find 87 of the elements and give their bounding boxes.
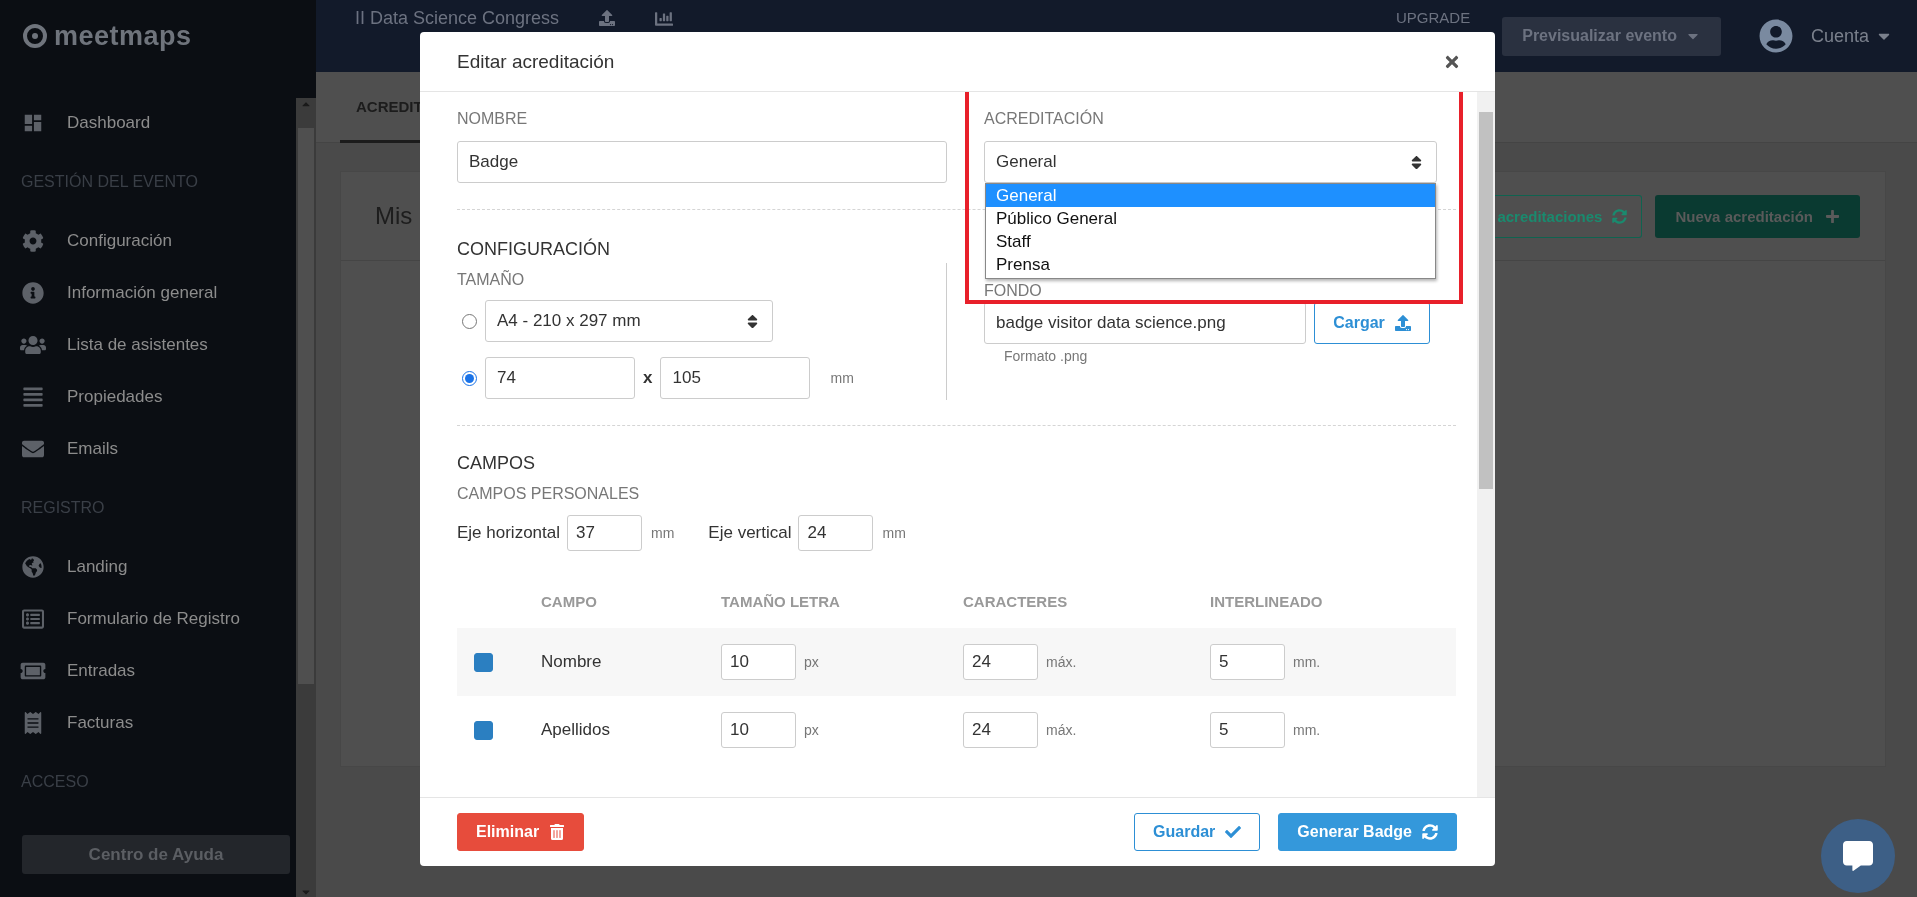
- logo-text: meetmaps: [54, 20, 192, 52]
- size-select[interactable]: A4 - 210 x 297 mm: [485, 300, 773, 342]
- column-header: CAMPO: [541, 592, 598, 610]
- scrollbar[interactable]: [1477, 92, 1495, 797]
- format-hint: Formato .png: [1004, 348, 1089, 364]
- check-icon: [1225, 824, 1242, 840]
- upgrade-link[interactable]: UPGRADE: [1396, 9, 1471, 27]
- avatar-icon[interactable]: [1758, 19, 1793, 53]
- field-name: Nombre: [541, 652, 603, 672]
- sidebar-item[interactable]: Información general: [0, 267, 296, 319]
- globe-icon: [20, 556, 46, 578]
- axis-input[interactable]: 24: [798, 515, 874, 551]
- plus-icon: [1825, 208, 1840, 224]
- unit-label: máx.: [1046, 654, 1077, 670]
- logo-icon: [22, 23, 48, 49]
- modal-title: Editar acreditación: [457, 50, 615, 73]
- chat-icon: [1843, 841, 1873, 871]
- refresh-icon: [1422, 824, 1438, 840]
- upload-button[interactable]: Cargar: [1314, 302, 1430, 344]
- unit-label: mm: [882, 525, 906, 541]
- sidebar-item[interactable]: Entradas: [0, 645, 296, 697]
- name-input[interactable]: Badge: [457, 141, 947, 183]
- dropdown-option[interactable]: Público General: [986, 207, 1435, 230]
- users-icon: [20, 334, 46, 356]
- unit-label: px: [804, 654, 819, 670]
- accreditation-select[interactable]: General: [984, 141, 1437, 183]
- delete-button[interactable]: Eliminar: [457, 813, 585, 851]
- field-label: TAMAÑO: [457, 269, 525, 290]
- subheading: CAMPOS PERSONALES: [457, 484, 640, 504]
- axis-label: Eje horizontal: [457, 523, 560, 543]
- chart-icon[interactable]: [655, 10, 674, 28]
- characters-input[interactable]: 24: [963, 712, 1038, 748]
- section-heading: CONFIGURACIÓN: [457, 237, 610, 261]
- upload-icon: [1394, 315, 1411, 331]
- line-spacing-input[interactable]: 5: [1210, 644, 1285, 680]
- sidebar-item[interactable]: Emails: [0, 423, 296, 475]
- sidebar-item[interactable]: Propiedades: [0, 371, 296, 423]
- times-sign: x: [643, 368, 653, 388]
- axis-input[interactable]: 37: [567, 515, 642, 551]
- font-size-input[interactable]: 10: [721, 644, 796, 680]
- account-menu[interactable]: Cuenta: [1810, 25, 1893, 47]
- gear-icon: [20, 230, 46, 252]
- field-label: FONDO: [984, 282, 1042, 300]
- dropdown-option[interactable]: Staff: [986, 230, 1435, 253]
- unit-label: mm.: [1293, 722, 1321, 738]
- font-size-input[interactable]: 10: [721, 712, 796, 748]
- column-header: TAMAÑO LETRA: [721, 592, 841, 610]
- list-icon: [20, 386, 46, 408]
- checkbox[interactable]: [474, 652, 493, 672]
- unit-label: mm: [651, 525, 675, 541]
- column-header: CARACTERES: [963, 592, 1069, 610]
- height-input[interactable]: 105: [660, 357, 811, 399]
- axis-label: Eje vertical: [708, 523, 792, 543]
- dropdown-option[interactable]: General: [986, 184, 1435, 207]
- column-header: INTERLINEADO: [1210, 592, 1324, 610]
- sidebar-item[interactable]: Dashboard: [0, 97, 296, 149]
- checkbox[interactable]: [474, 720, 493, 740]
- sidebar-item[interactable]: Formulario de Registro: [0, 593, 296, 645]
- generate-button[interactable]: Generar Badge: [1278, 813, 1457, 851]
- unit-label: mm.: [1293, 654, 1321, 670]
- form-icon: [20, 608, 46, 630]
- unit-label: px: [804, 722, 819, 738]
- trash-icon: [549, 824, 566, 840]
- file-input[interactable]: badge visitor data science.png: [984, 302, 1306, 344]
- field-name: Apellidos: [541, 720, 611, 740]
- field-label: NOMBRE: [457, 109, 528, 129]
- sidebar-item[interactable]: Lista de asistentes: [0, 319, 296, 371]
- ticket-icon: [20, 660, 46, 682]
- info-icon: [20, 282, 46, 304]
- field-label: ACREDITACIÓN: [984, 108, 1104, 129]
- sidebar-item[interactable]: Landing: [0, 541, 296, 593]
- characters-input[interactable]: 24: [963, 644, 1038, 680]
- line-spacing-input[interactable]: 5: [1210, 712, 1285, 748]
- sidebar-item[interactable]: Facturas: [0, 697, 296, 749]
- event-title: II Data Science Congress: [355, 8, 560, 28]
- unit-label: máx.: [1046, 722, 1077, 738]
- width-input[interactable]: 74: [485, 357, 635, 399]
- scrollbar[interactable]: [296, 98, 316, 897]
- sidebar-item[interactable]: Configuración: [0, 215, 296, 267]
- envelope-icon: [20, 438, 46, 460]
- save-button[interactable]: Guardar: [1134, 813, 1261, 851]
- upload-icon[interactable]: [599, 10, 616, 26]
- dropdown-option[interactable]: Prensa: [986, 253, 1435, 276]
- scrollbar-thumb[interactable]: [1479, 112, 1493, 489]
- section-heading: CAMPOS: [457, 452, 535, 475]
- unit-label: mm: [830, 370, 854, 386]
- refresh-icon: [1612, 208, 1628, 224]
